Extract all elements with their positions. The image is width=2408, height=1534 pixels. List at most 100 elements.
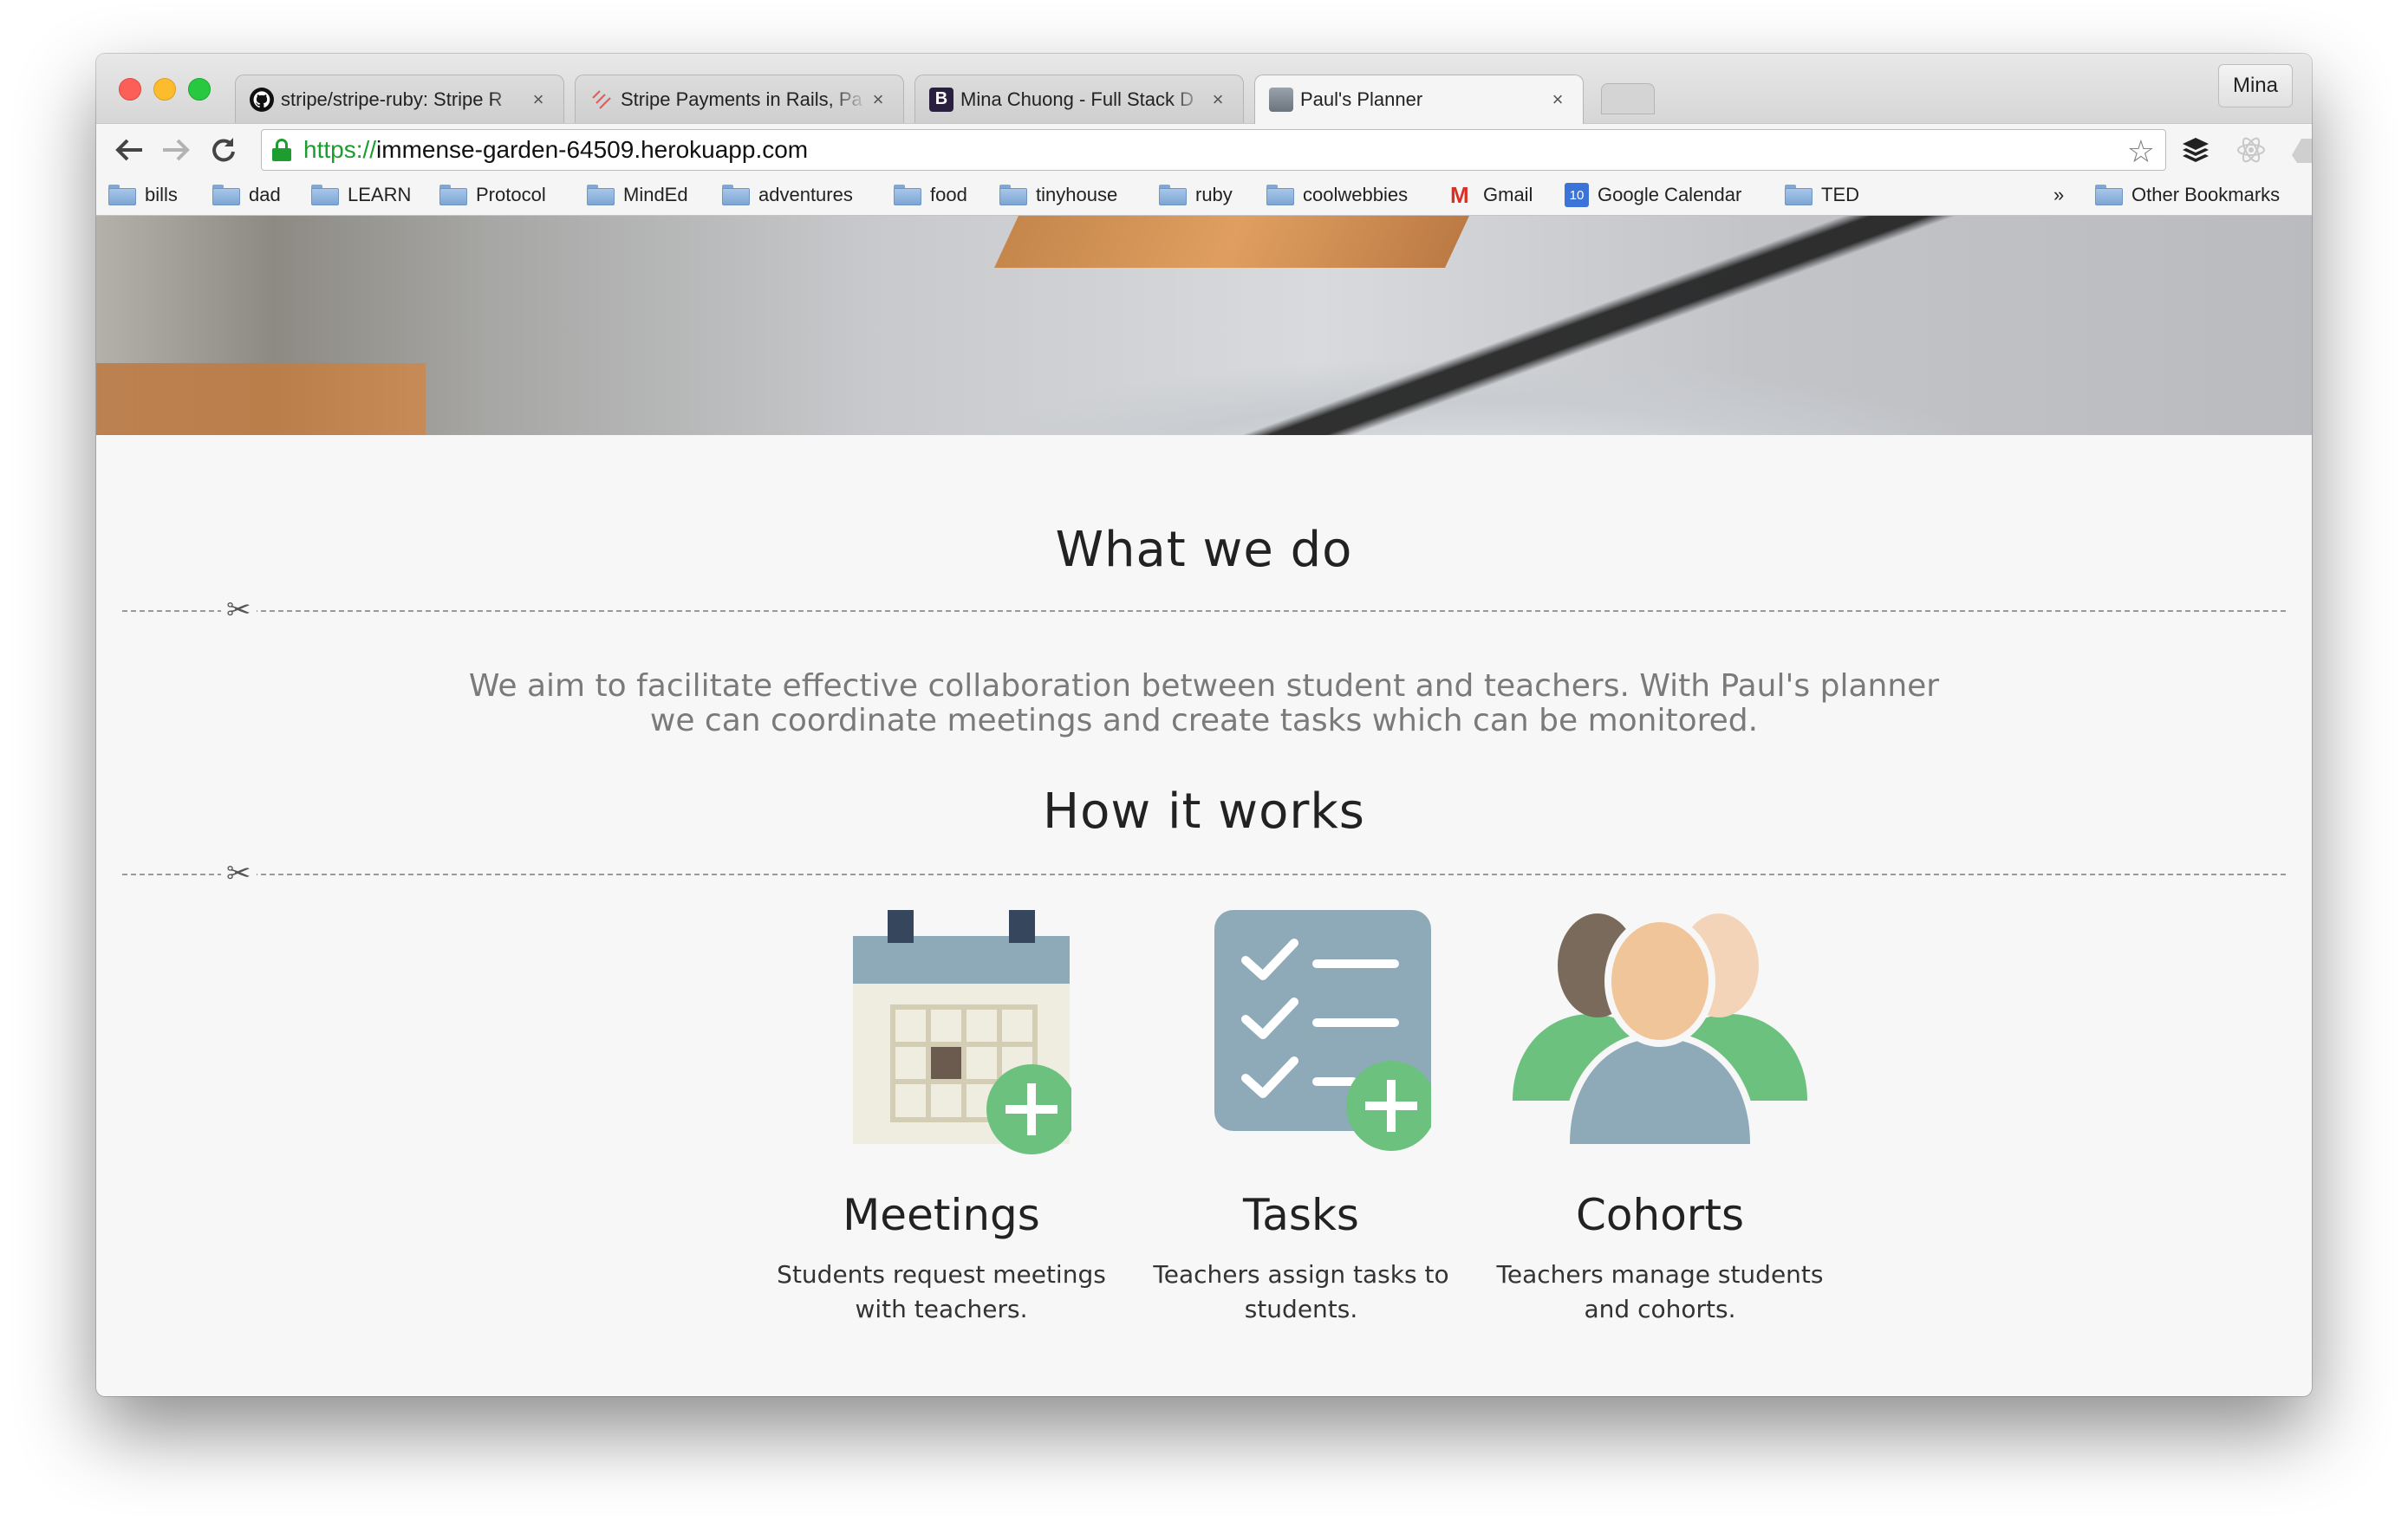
tab-title: Paul's Planner — [1300, 88, 1423, 110]
tab-close-icon[interactable]: × — [527, 88, 550, 111]
bookmark-google-calendar[interactable]: 10 Google Calendar — [1565, 182, 1741, 208]
feature-title: Tasks — [1243, 1190, 1359, 1240]
bookmark-label: ruby — [1195, 184, 1233, 205]
hero-image-detail — [96, 363, 426, 435]
url-scheme: https:// — [303, 136, 377, 163]
description-line: and cohorts. — [1584, 1295, 1736, 1323]
gmail-icon: M — [1450, 182, 1469, 208]
bookmark-label: adventures — [758, 184, 853, 205]
hero-image-detail — [994, 216, 1469, 268]
description-line: Teachers assign tasks to — [1153, 1260, 1449, 1289]
tab-title: Stripe Payments in Rails, Pa — [621, 88, 862, 110]
tab-pauls-planner[interactable]: Paul's Planner × — [1254, 75, 1584, 124]
scissors-icon: ✂ — [221, 593, 257, 627]
browser-window: stripe/stripe-ruby: Stripe R × Stripe Pa… — [96, 54, 2312, 1396]
feature-description: Students request meetings with teachers. — [768, 1258, 1115, 1327]
browser-toolbar: https://immense-garden-64509.herokuapp.c… — [96, 123, 2312, 176]
bookmark-food[interactable]: food — [894, 182, 967, 208]
description-line: with teachers. — [855, 1295, 1028, 1323]
back-arrow-icon — [115, 139, 142, 161]
bookmark-label: MindEd — [623, 184, 688, 205]
bookmark-label: Google Calendar — [1598, 184, 1742, 205]
tab-stripe-payments[interactable]: Stripe Payments in Rails, Pa × — [575, 75, 904, 123]
window-minimize-button[interactable] — [153, 78, 176, 101]
bookmark-dad[interactable]: dad — [212, 182, 281, 208]
folder-icon — [894, 185, 921, 205]
bookmark-tinyhouse[interactable]: tinyhouse — [999, 182, 1117, 208]
checklist-add-icon — [1214, 910, 1436, 1151]
tab-close-icon[interactable]: × — [1546, 88, 1569, 111]
bookmark-label: coolwebbies — [1303, 184, 1409, 205]
bookmark-ted[interactable]: TED — [1785, 182, 1859, 208]
bookmark-bills[interactable]: bills — [108, 182, 178, 208]
url-host: immense-garden-64509.herokuapp.com — [376, 136, 809, 163]
tab-mina-chuong[interactable]: B Mina Chuong - Full Stack D × — [914, 75, 1244, 123]
scissors-icon: ✂ — [221, 856, 257, 891]
bookmark-coolwebbies[interactable]: coolwebbies — [1266, 182, 1408, 208]
tab-close-icon[interactable]: × — [1207, 88, 1229, 111]
bookmark-label: TED — [1821, 184, 1859, 205]
forward-button[interactable] — [157, 131, 195, 169]
what-we-do-text: We aim to facilitate effective collabora… — [96, 669, 2312, 738]
folder-icon — [1159, 185, 1187, 205]
react-devtools-icon[interactable] — [2234, 133, 2268, 167]
bookmark-ruby[interactable]: ruby — [1159, 182, 1233, 208]
bookmark-adventures[interactable]: adventures — [722, 182, 853, 208]
folder-icon — [311, 185, 339, 205]
feature-meetings: Meetings Students request meetings with … — [768, 910, 1115, 1327]
bookmark-other-bookmarks[interactable]: Other Bookmarks — [2095, 182, 2280, 208]
bootstrap-icon: B — [929, 87, 953, 112]
folder-icon — [212, 185, 240, 205]
bookmark-label: tinyhouse — [1036, 184, 1118, 205]
drive-extension-icon[interactable] — [2289, 133, 2312, 167]
tab-title: Mina Chuong - Full Stack D — [960, 88, 1194, 110]
tab-close-icon[interactable]: × — [867, 88, 889, 111]
folder-icon — [439, 185, 467, 205]
bookmark-star-icon[interactable]: ☆ — [2127, 133, 2155, 170]
folder-icon — [722, 185, 750, 205]
tab-github[interactable]: stripe/stripe-ruby: Stripe R × — [235, 75, 564, 123]
bookmark-label: dad — [249, 184, 281, 205]
features-row: Meetings Students request meetings with … — [96, 910, 2312, 1396]
folder-icon — [1266, 185, 1294, 205]
reload-button[interactable] — [204, 131, 242, 169]
folder-icon — [587, 185, 615, 205]
bookmark-label: Other Bookmarks — [2131, 184, 2281, 205]
calendar-add-icon — [853, 910, 1077, 1154]
window-maximize-button[interactable] — [188, 78, 211, 101]
bookmark-gmail[interactable]: M Gmail — [1450, 182, 1533, 208]
tagline-line: We aim to facilitate effective collabora… — [468, 668, 1940, 704]
section-divider: ✂ — [122, 593, 2286, 627]
profile-button[interactable]: Mina — [2218, 64, 2293, 107]
reload-icon — [212, 138, 235, 162]
buffer-extension-icon[interactable] — [2178, 133, 2213, 167]
bookmarks-overflow-chevron-icon[interactable]: » — [2053, 182, 2064, 208]
description-line: Teachers manage students — [1496, 1260, 1824, 1289]
bookmark-label: LEARN — [348, 184, 412, 205]
folder-icon — [999, 185, 1027, 205]
feature-cohorts: Cohorts Teachers manage students and coh… — [1487, 910, 1833, 1327]
new-tab-button[interactable] — [1601, 83, 1655, 114]
window-close-button[interactable] — [119, 78, 141, 101]
what-we-do-heading: What we do — [1055, 522, 1353, 578]
feature-title: Cohorts — [1576, 1190, 1744, 1240]
bookmark-protocol[interactable]: Protocol — [439, 182, 546, 208]
folder-icon — [2095, 185, 2123, 205]
how-it-works-heading: How it works — [1043, 783, 1365, 840]
bookmark-label: Gmail — [1483, 184, 1533, 205]
github-icon — [250, 87, 274, 112]
feature-tasks: Tasks Teachers assign tasks to students. — [1128, 910, 1474, 1327]
section-divider: ✂ — [122, 856, 2286, 891]
feature-description: Teachers manage students and cohorts. — [1487, 1258, 1833, 1327]
tab-strip: stripe/stripe-ruby: Stripe R × Stripe Pa… — [96, 54, 2312, 124]
folder-icon — [108, 185, 136, 205]
bookmark-learn[interactable]: LEARN — [311, 182, 411, 208]
back-button[interactable] — [110, 131, 148, 169]
bookmarks-bar: bills dad LEARN Protocol MindEd adventur… — [96, 175, 2312, 216]
description-line: Students request meetings — [777, 1260, 1106, 1289]
bookmark-label: bills — [145, 184, 178, 205]
address-bar[interactable]: https://immense-garden-64509.herokuapp.c… — [261, 129, 2166, 171]
group-icon — [1513, 913, 1807, 1144]
description-line: students. — [1244, 1295, 1358, 1323]
bookmark-minded[interactable]: MindEd — [587, 182, 688, 208]
